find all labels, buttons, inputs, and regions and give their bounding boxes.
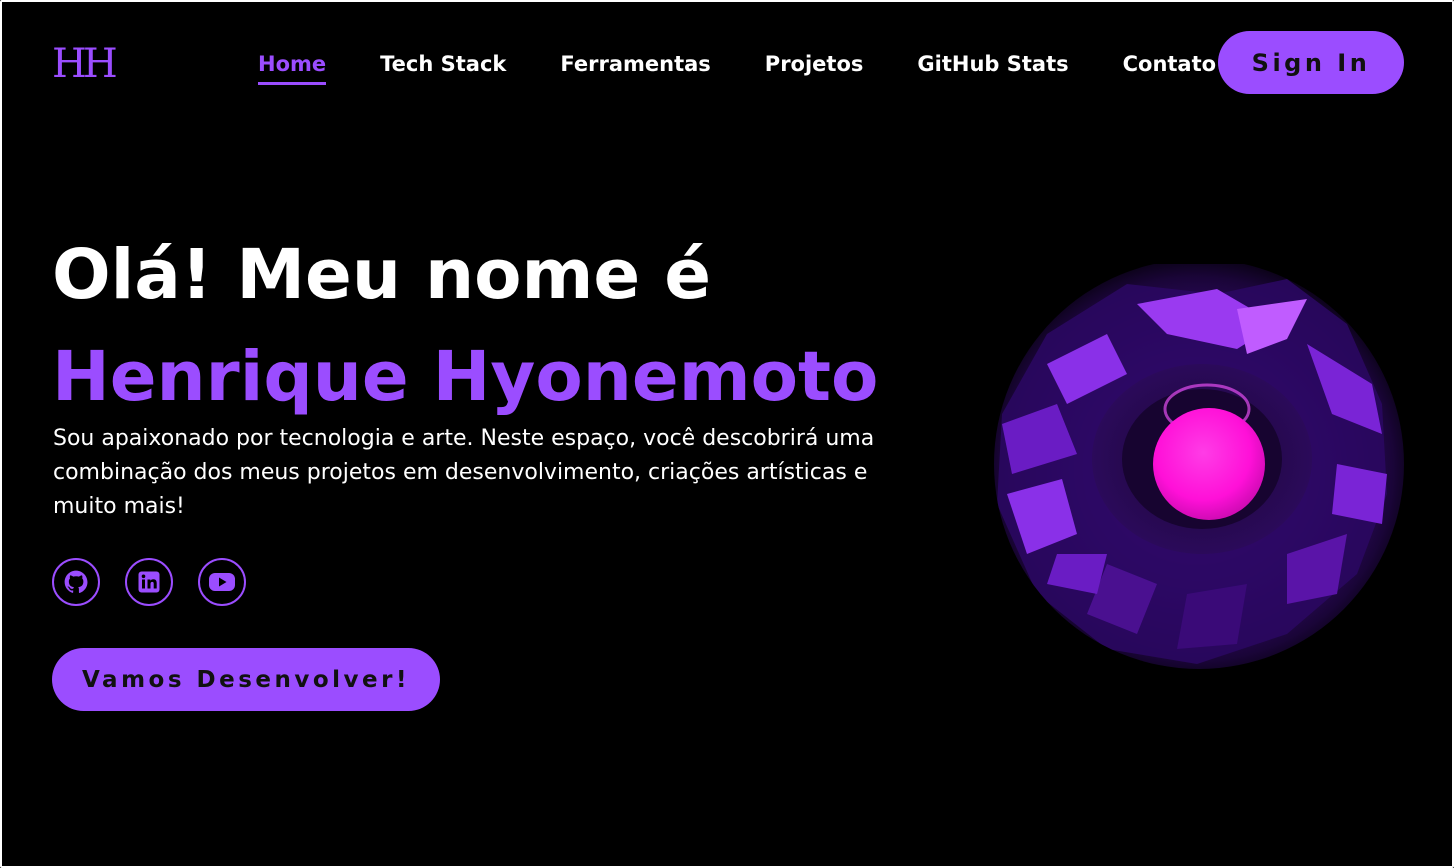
youtube-icon bbox=[209, 573, 235, 591]
hero-name: Henrique Hyonemoto bbox=[52, 337, 879, 417]
site-logo[interactable]: HH bbox=[52, 42, 118, 86]
nav-projetos[interactable]: Projetos bbox=[765, 46, 864, 82]
hero-description: Sou apaixonado por tecnologia e arte. Ne… bbox=[53, 426, 875, 519]
nav-tech-stack[interactable]: Tech Stack bbox=[380, 46, 506, 82]
hero-greeting: Olá! Meu nome é bbox=[52, 235, 712, 315]
linkedin-link[interactable] bbox=[125, 558, 173, 606]
sign-in-button[interactable]: Sign In bbox=[1218, 31, 1404, 94]
social-links bbox=[52, 558, 271, 606]
nav-home[interactable]: Home bbox=[258, 46, 327, 85]
main-nav: Home Tech Stack Ferramentas Projetos Git… bbox=[258, 46, 1270, 86]
page-frame: HH Home Tech Stack Ferramentas Projetos … bbox=[0, 0, 1454, 868]
cta-button[interactable]: Vamos Desenvolver! bbox=[52, 648, 440, 711]
youtube-link[interactable] bbox=[198, 558, 246, 606]
github-link[interactable] bbox=[52, 558, 100, 606]
nav-contato[interactable]: Contato bbox=[1123, 46, 1216, 82]
nav-ferramentas[interactable]: Ferramentas bbox=[560, 46, 710, 82]
nav-github-stats[interactable]: GitHub Stats bbox=[917, 46, 1068, 82]
linkedin-icon bbox=[138, 571, 160, 593]
hero-artwork bbox=[994, 264, 1404, 669]
github-icon bbox=[64, 570, 88, 593]
